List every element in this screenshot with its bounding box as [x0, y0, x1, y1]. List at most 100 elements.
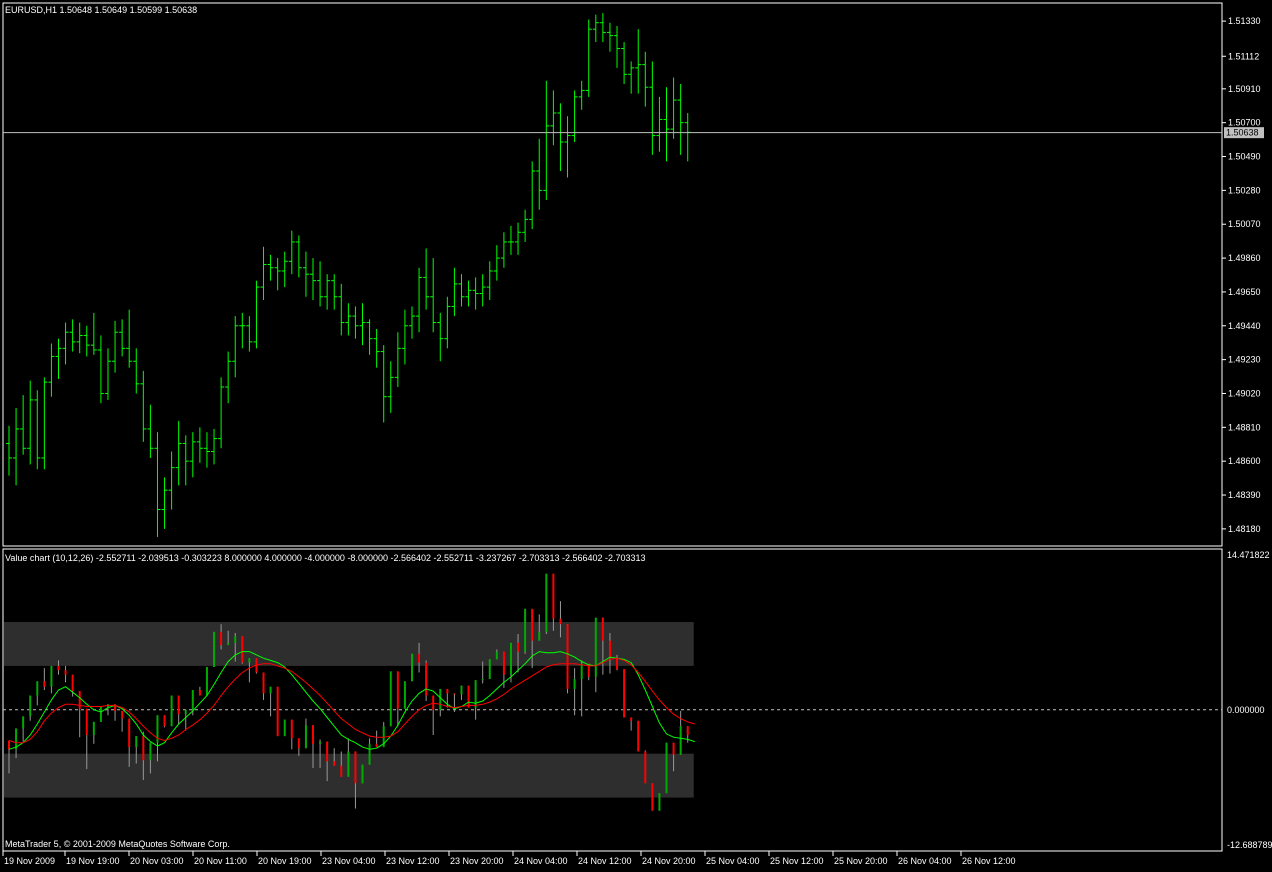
value-candle-body — [679, 726, 682, 755]
time-tick-label: 23 Nov 04:00 — [322, 856, 376, 866]
value-candle[interactable] — [545, 573, 548, 635]
value-candle-body — [149, 742, 152, 761]
value-candle[interactable] — [276, 686, 279, 737]
indicator-axis-bottom-label: -12.688789 — [1227, 840, 1272, 850]
value-candle-body — [241, 636, 244, 663]
value-candle-body — [651, 783, 654, 811]
price-tick-label: 1.49650 — [1228, 287, 1261, 297]
time-tick-label: 26 Nov 04:00 — [898, 856, 952, 866]
value-candle-body — [142, 736, 145, 761]
value-candle[interactable] — [658, 793, 661, 811]
value-candle[interactable] — [213, 631, 216, 667]
value-candle[interactable] — [425, 660, 428, 702]
price-tick-label: 1.48600 — [1228, 456, 1261, 466]
value-candle-body — [319, 741, 322, 744]
time-tick-label: 23 Nov 20:00 — [450, 856, 504, 866]
price-tick-label: 1.50910 — [1228, 84, 1261, 94]
value-candle-body — [637, 720, 640, 752]
value-candle[interactable] — [488, 659, 491, 680]
price-tick-label: 1.51112 — [1228, 51, 1259, 61]
value-candle-body — [191, 690, 194, 710]
copyright-footer: MetaTrader 5, © 2001-2009 MetaQuotes Sof… — [5, 839, 230, 849]
value-candle-body — [297, 738, 300, 749]
value-candle[interactable] — [623, 669, 626, 718]
value-candle-body — [396, 671, 399, 709]
value-candle-body — [57, 665, 60, 671]
value-candle-body — [495, 651, 498, 660]
value-candle[interactable] — [241, 636, 244, 664]
value-candle-body — [538, 631, 541, 641]
current-price-label: 1.50638 — [1226, 128, 1259, 138]
value-candle-body — [326, 741, 329, 762]
value-candle-body — [276, 686, 279, 737]
value-candle-body — [616, 658, 619, 670]
value-candle[interactable] — [524, 608, 527, 654]
value-candle[interactable] — [389, 671, 392, 727]
value-candle[interactable] — [403, 681, 406, 709]
value-candle-body — [50, 665, 53, 687]
value-candle-body — [333, 761, 336, 766]
value-candle-body — [453, 693, 456, 695]
value-candle[interactable] — [566, 624, 569, 694]
value-candle-body — [545, 573, 548, 632]
chart-canvas[interactable]: 1.51330 1.51112 1.50910 1.50700 1.50490 1.502… — [0, 0, 1272, 872]
value-candle-body — [368, 743, 371, 765]
value-candle[interactable] — [255, 658, 258, 674]
price-tick-label: 1.48810 — [1228, 422, 1261, 432]
indicator-axis-zero-label: 0.000000 — [1227, 705, 1265, 715]
price-tick-label: 1.50070 — [1228, 219, 1261, 229]
price-tick-label: 1.49230 — [1228, 355, 1261, 365]
value-candle-body — [580, 663, 583, 680]
value-candle[interactable] — [205, 666, 208, 696]
main-panel-header: EURUSD,H1 1.50648 1.50649 1.50599 1.5063… — [5, 5, 197, 15]
value-candle-body — [283, 719, 286, 737]
value-candle-body — [524, 608, 527, 652]
value-candle[interactable] — [651, 783, 654, 811]
value-candle-body — [205, 666, 208, 696]
value-candle-body — [213, 631, 216, 667]
value-candle[interactable] — [170, 695, 173, 727]
value-candle-body — [184, 709, 187, 715]
value-candle-body — [665, 742, 668, 794]
time-tick-label: 24 Nov 12:00 — [578, 856, 632, 866]
value-candle-body — [418, 653, 421, 663]
value-candle[interactable] — [410, 653, 413, 682]
value-candle-body — [170, 695, 173, 727]
value-candle-body — [403, 681, 406, 709]
value-candle[interactable] — [644, 750, 647, 784]
time-tick-label: 23 Nov 12:00 — [386, 856, 440, 866]
value-candle-body — [566, 624, 569, 689]
value-candle[interactable] — [283, 719, 286, 737]
time-tick-label: 24 Nov 04:00 — [514, 856, 568, 866]
value-candle-body — [347, 751, 350, 777]
time-tick-label: 20 Nov 19:00 — [258, 856, 312, 866]
value-candle-body — [601, 617, 604, 641]
value-candle-body — [446, 688, 449, 694]
price-tick-label: 1.51330 — [1228, 16, 1261, 26]
time-tick-label: 25 Nov 12:00 — [770, 856, 824, 866]
time-tick-label: 19 Nov 2009 — [4, 856, 55, 866]
value-candle[interactable] — [361, 764, 364, 784]
value-candle-body — [304, 725, 307, 749]
value-band — [4, 622, 694, 666]
value-candle-body — [425, 662, 428, 696]
value-candle[interactable] — [467, 685, 470, 708]
time-tick-label: 24 Nov 20:00 — [642, 856, 696, 866]
time-tick-label: 19 Nov 19:00 — [66, 856, 120, 866]
value-candle-body — [375, 743, 378, 748]
value-candle-body — [608, 640, 611, 659]
time-tick-label: 26 Nov 12:00 — [962, 856, 1016, 866]
value-candle-body — [354, 751, 357, 784]
value-candle[interactable] — [163, 715, 166, 728]
time-tick-label: 25 Nov 20:00 — [834, 856, 888, 866]
value-candle-body — [92, 721, 95, 736]
value-candle-body — [594, 617, 597, 677]
value-candle[interactable] — [665, 742, 668, 794]
value-candle[interactable] — [637, 720, 640, 752]
price-tick-label: 1.48180 — [1228, 524, 1261, 534]
value-candle[interactable] — [99, 706, 102, 722]
value-candle-body — [672, 742, 675, 755]
value-candle-body — [502, 651, 505, 675]
value-candle-body — [8, 740, 10, 750]
time-tick-label: 25 Nov 04:00 — [706, 856, 760, 866]
